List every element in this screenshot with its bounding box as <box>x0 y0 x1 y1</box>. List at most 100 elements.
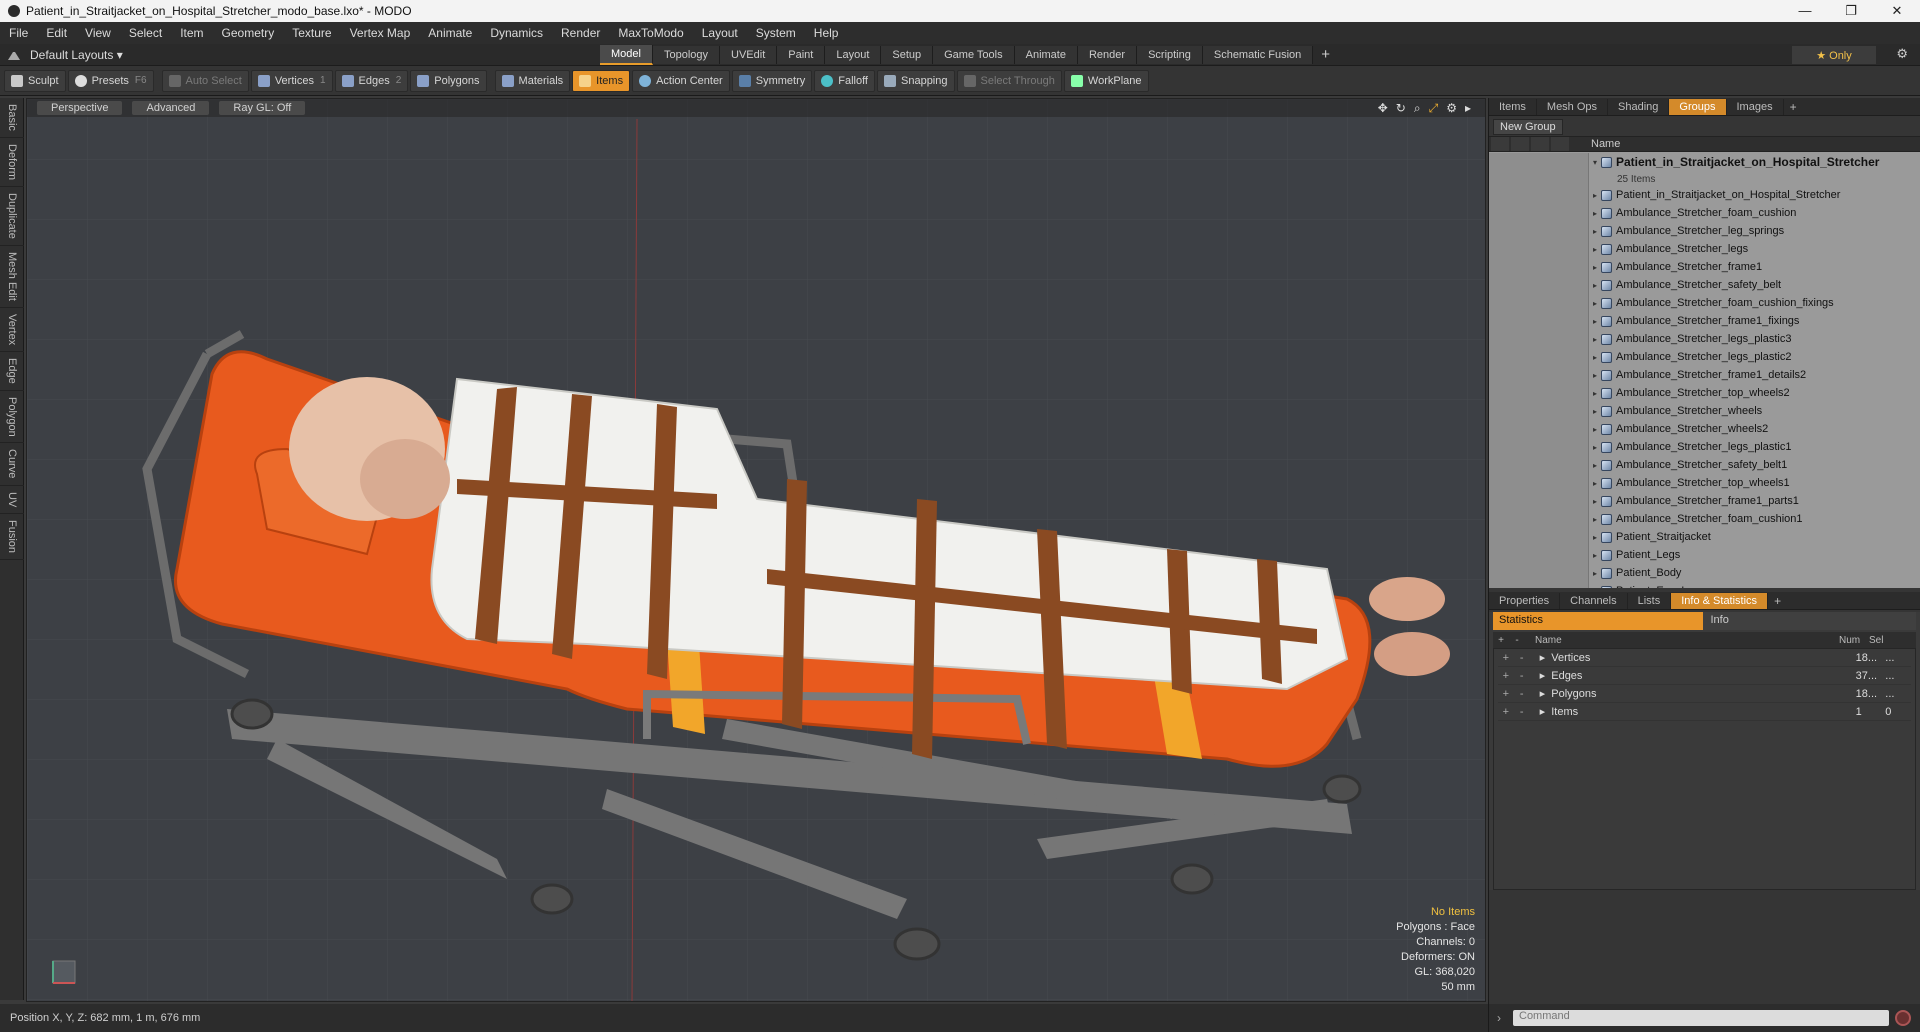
tree-item-expand-icon[interactable]: ▸ <box>1589 533 1601 542</box>
strip-tab-vertex[interactable]: Vertex <box>0 308 24 352</box>
snapping-button[interactable]: Snapping <box>877 69 955 92</box>
stats-row[interactable]: + - ▸ Items 1 0 <box>1498 703 1911 721</box>
layouts-dropdown[interactable]: Default Layouts ▾ <box>0 48 600 62</box>
tree-item-cols[interactable] <box>1489 420 1589 438</box>
vertices-button[interactable]: Vertices 1 <box>250 69 333 92</box>
tab-model[interactable]: Model <box>600 44 653 65</box>
raygl-toggle[interactable]: Ray GL: Off <box>219 101 306 115</box>
tree-item-cols[interactable] <box>1489 348 1589 366</box>
tree-item-cols[interactable] <box>1489 330 1589 348</box>
stats-row[interactable]: + - ▸ Edges 37...... <box>1498 667 1911 685</box>
tree-item-cols[interactable] <box>1489 474 1589 492</box>
tree-item-expand-icon[interactable]: ▸ <box>1589 209 1601 218</box>
tree-item-row[interactable]: ▸ Patient_Eye_L <box>1489 582 1920 588</box>
tree-item-row[interactable]: ▸ Ambulance_Stretcher_safety_belt1 <box>1489 456 1920 474</box>
tree-item-cols[interactable] <box>1489 222 1589 240</box>
menu-maxtomodo[interactable]: MaxToModo <box>609 26 692 40</box>
tree-item-expand-icon[interactable]: ▸ <box>1589 443 1601 452</box>
menu-dynamics[interactable]: Dynamics <box>481 26 552 40</box>
falloff-button[interactable]: Falloff <box>814 69 875 92</box>
menu-geometry[interactable]: Geometry <box>213 26 284 40</box>
menu-vertex-map[interactable]: Vertex Map <box>341 26 420 40</box>
tree-item-expand-icon[interactable]: ▸ <box>1589 227 1601 236</box>
tab-layout[interactable]: Layout <box>825 45 882 64</box>
tree-item-cols[interactable] <box>1489 564 1589 582</box>
tree-item-expand-icon[interactable]: ▸ <box>1589 551 1601 560</box>
only-toggle[interactable]: ★ Only <box>1792 46 1876 64</box>
add-panel-tab-button[interactable]: + <box>1784 100 1803 114</box>
tab-game-tools[interactable]: Game Tools <box>933 45 1015 64</box>
tree-item-expand-icon[interactable]: ▸ <box>1589 407 1601 416</box>
tree-item-cols[interactable] <box>1489 186 1589 204</box>
tree-item-expand-icon[interactable]: ▸ <box>1589 371 1601 380</box>
command-input[interactable]: Command <box>1513 1010 1889 1026</box>
polygons-button[interactable]: Polygons <box>410 69 487 92</box>
tree-item-cols[interactable] <box>1489 528 1589 546</box>
tab-uvedit[interactable]: UVEdit <box>720 45 778 64</box>
tree-item-row[interactable]: ▸ Ambulance_Stretcher_top_wheels1 <box>1489 474 1920 492</box>
tree-item-row[interactable]: ▸ Ambulance_Stretcher_legs_plastic3 <box>1489 330 1920 348</box>
tree-item-cols[interactable] <box>1489 582 1589 588</box>
tree-item-cols[interactable] <box>1489 366 1589 384</box>
tree-item-expand-icon[interactable]: ▸ <box>1589 245 1601 254</box>
tree-item-row[interactable]: ▸ Ambulance_Stretcher_frame1_parts1 <box>1489 492 1920 510</box>
tree-item-cols[interactable] <box>1489 384 1589 402</box>
tree-item-expand-icon[interactable]: ▸ <box>1589 335 1601 344</box>
tree-item-cols[interactable] <box>1489 276 1589 294</box>
workplane-button[interactable]: WorkPlane <box>1063 69 1149 92</box>
tree-item-row[interactable]: ▸ Ambulance_Stretcher_legs <box>1489 240 1920 258</box>
add-tab-button[interactable]: + <box>1313 46 1338 63</box>
strip-tab-polygon[interactable]: Polygon <box>0 391 24 444</box>
rotate-view-icon[interactable]: ↻ <box>1396 101 1406 116</box>
tree-item-cols[interactable] <box>1489 510 1589 528</box>
stats-row[interactable]: + - ▸ Vertices 18...... <box>1498 649 1911 667</box>
strip-tab-duplicate[interactable]: Duplicate <box>0 187 24 246</box>
symmetry-button[interactable]: Symmetry <box>731 69 813 92</box>
menu-texture[interactable]: Texture <box>283 26 340 40</box>
group-visibility-cols[interactable] <box>1489 153 1589 171</box>
viewport-more-icon[interactable]: ▸ <box>1465 101 1471 116</box>
edges-button[interactable]: Edges 2 <box>334 69 409 92</box>
tab-render[interactable]: Render <box>1077 45 1138 64</box>
tree-item-row[interactable]: ▸ Ambulance_Stretcher_foam_cushion1 <box>1489 510 1920 528</box>
shading-dropdown[interactable]: Advanced <box>132 101 210 115</box>
tree-item-expand-icon[interactable]: ▸ <box>1589 317 1601 326</box>
expand-all-icon[interactable]: + <box>1493 635 1509 646</box>
tab-channels[interactable]: Channels <box>1560 592 1628 609</box>
lock-column-icon[interactable] <box>1531 137 1549 151</box>
tree-item-row[interactable]: ▸ Ambulance_Stretcher_legs_plastic1 <box>1489 438 1920 456</box>
tree-item-cols[interactable] <box>1489 402 1589 420</box>
tree-item-expand-icon[interactable]: ▸ <box>1589 353 1601 362</box>
tree-item-expand-icon[interactable]: ▸ <box>1589 263 1601 272</box>
tree-item-expand-icon[interactable]: ▸ <box>1589 587 1601 589</box>
tree-item-row[interactable]: ▸ Ambulance_Stretcher_foam_cushion_fixing… <box>1489 294 1920 312</box>
menu-select[interactable]: Select <box>120 26 171 40</box>
tree-item-row[interactable]: ▸ Ambulance_Stretcher_frame1_details2 <box>1489 366 1920 384</box>
tree-item-expand-icon[interactable]: ▸ <box>1589 299 1601 308</box>
tab-schematic-fusion[interactable]: Schematic Fusion <box>1202 45 1314 64</box>
tree-item-expand-icon[interactable]: ▸ <box>1589 515 1601 524</box>
tree-item-row[interactable]: ▸ Ambulance_Stretcher_frame1 <box>1489 258 1920 276</box>
tab-groups[interactable]: Groups <box>1669 98 1727 115</box>
menu-file[interactable]: File <box>0 26 37 40</box>
tree-item-cols[interactable] <box>1489 492 1589 510</box>
tree-item-expand-icon[interactable]: ▸ <box>1589 191 1601 200</box>
tab-items[interactable]: Items <box>1489 98 1537 115</box>
tab-scripting[interactable]: Scripting <box>1137 45 1203 64</box>
menu-render[interactable]: Render <box>552 26 609 40</box>
move-view-icon[interactable]: ✥ <box>1378 101 1388 116</box>
materials-button[interactable]: Materials <box>494 69 571 92</box>
close-button[interactable]: ✕ <box>1874 3 1920 19</box>
record-macro-icon[interactable] <box>1895 1010 1911 1026</box>
collapse-all-icon[interactable]: - <box>1509 635 1525 646</box>
tree-item-expand-icon[interactable]: ▸ <box>1589 461 1601 470</box>
menu-edit[interactable]: Edit <box>37 26 76 40</box>
group-row[interactable]: ▾ Patient_in_Straitjacket_on_Hospital_St… <box>1489 152 1920 172</box>
strip-tab-mesh-edit[interactable]: Mesh Edit <box>0 246 24 308</box>
tree-item-cols[interactable] <box>1489 240 1589 258</box>
tree-item-row[interactable]: ▸ Patient_in_Straitjacket_on_Hospital_Str… <box>1489 186 1920 204</box>
viewport-gear-icon[interactable]: ⚙ <box>1446 101 1457 116</box>
tree-item-row[interactable]: ▸ Ambulance_Stretcher_leg_springs <box>1489 222 1920 240</box>
tab-lists[interactable]: Lists <box>1628 592 1672 609</box>
menu-system[interactable]: System <box>747 26 805 40</box>
